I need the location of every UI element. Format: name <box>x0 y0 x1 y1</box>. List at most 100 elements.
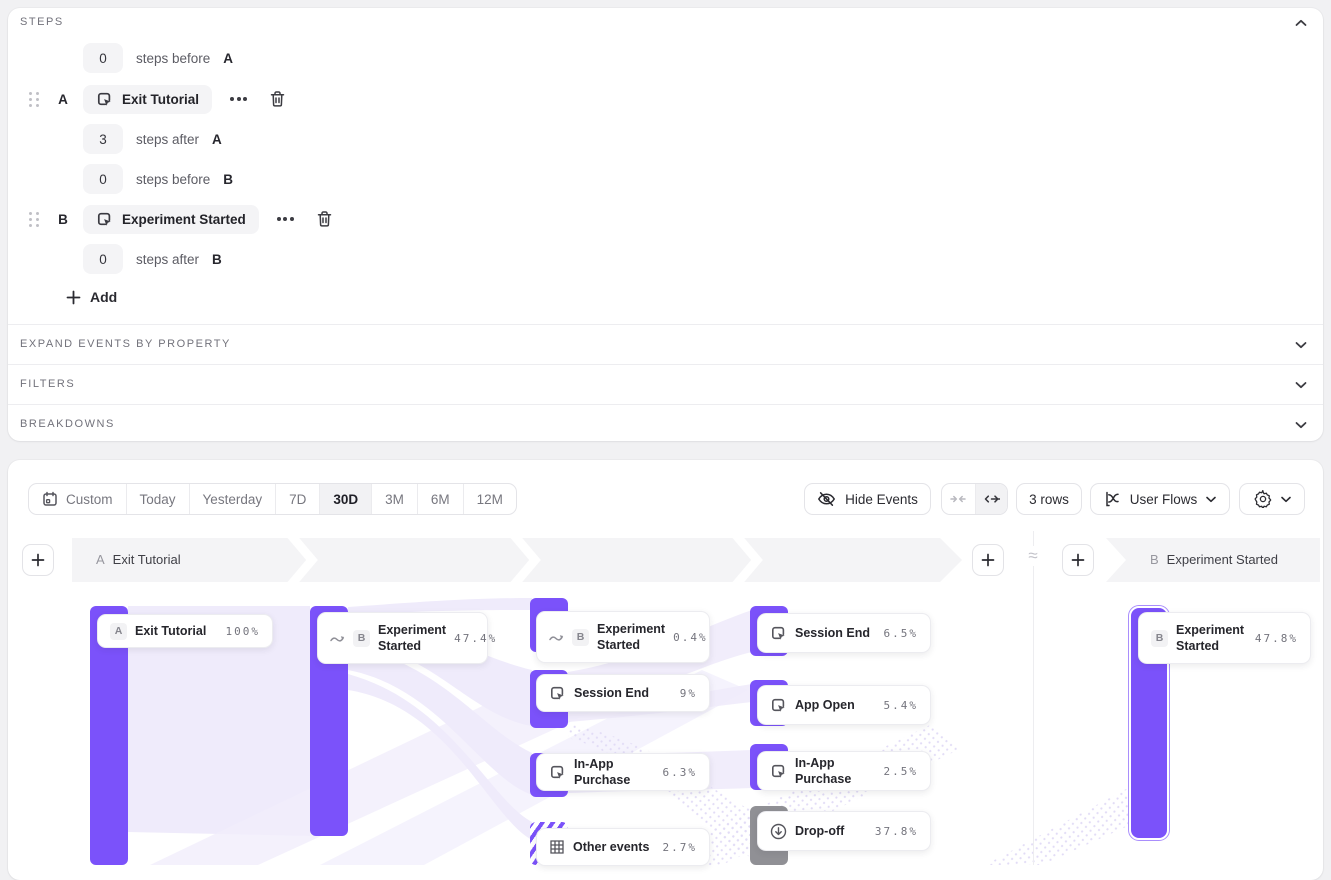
query-builder-panel: STEPS 0 steps before A A Exit Tutorial <box>8 8 1323 441</box>
add-step-button[interactable]: Add <box>66 289 117 305</box>
hide-events-label: Hide Events <box>845 492 918 507</box>
date-range-yesterday[interactable]: Yesterday <box>189 484 276 514</box>
node-session-end-c4[interactable]: Session End 6.5% <box>757 613 931 653</box>
collapse-columns-button[interactable] <box>942 484 975 514</box>
date-range-custom[interactable]: Custom <box>29 484 126 514</box>
breakdowns-section[interactable]: BREAKDOWNS <box>8 405 1323 444</box>
node-app-open-c4[interactable]: App Open 5.4% <box>757 685 931 725</box>
click-event-icon <box>96 91 113 108</box>
step-b-event-button[interactable]: Experiment Started <box>83 205 259 234</box>
arrows-inward-icon <box>950 493 966 505</box>
node-in-app-purchase-c4[interactable]: In-App Purchase 2.5% <box>757 751 931 791</box>
node-experiment-started-b[interactable]: B Experiment Started 47.8% <box>1138 612 1311 664</box>
node-name: Other events <box>573 839 649 855</box>
filters-title: FILTERS <box>20 378 75 390</box>
rows-count-button[interactable]: 3 rows <box>1016 483 1082 515</box>
calendar-icon <box>42 491 58 507</box>
step-b-badge: B <box>572 629 589 646</box>
node-session-end-c3[interactable]: Session End 9% <box>536 674 710 712</box>
steps-collapse-button[interactable] <box>1292 14 1310 32</box>
steps-after-b-count-input[interactable]: 0 <box>83 244 123 274</box>
step-reached-arrow-icon <box>330 632 345 644</box>
date-range-3m[interactable]: 3M <box>371 484 417 514</box>
step-a-more-button[interactable] <box>226 91 251 107</box>
node-percent: 0.4% <box>673 631 708 644</box>
node-percent: 47.8% <box>1255 632 1298 645</box>
gap-symbol: ≈ <box>1021 546 1045 566</box>
steps-after-a-row: 3 steps after A <box>83 124 222 154</box>
plus-icon <box>1071 553 1085 567</box>
step-a-letter: A <box>43 92 83 107</box>
node-name: Drop-off <box>795 823 844 839</box>
add-column-left-button[interactable] <box>22 544 54 576</box>
column-width-toggle <box>941 483 1008 515</box>
expand-events-by-property-title: EXPAND EVENTS BY PROPERTY <box>20 338 231 350</box>
step-b-delete-button[interactable] <box>316 210 333 228</box>
node-exit-tutorial[interactable]: A Exit Tutorial 100% <box>97 614 273 648</box>
header-b-name: Experiment Started <box>1167 552 1278 567</box>
filters-section[interactable]: FILTERS <box>8 365 1323 404</box>
date-range-30d-selected[interactable]: 30D <box>319 484 371 514</box>
click-event-icon <box>96 211 113 228</box>
expand-events-by-property-section[interactable]: EXPAND EVENTS BY PROPERTY <box>8 325 1323 364</box>
header-b-letter: B <box>1150 552 1159 567</box>
steps-before-b-ref: B <box>223 172 233 187</box>
click-event-icon <box>770 625 787 642</box>
step-b-letter: B <box>43 212 83 227</box>
chevron-down-icon <box>1206 496 1216 503</box>
steps-before-a-label: steps before <box>136 51 210 66</box>
chevron-down-icon <box>1281 496 1291 503</box>
date-range-12m[interactable]: 12M <box>463 484 516 514</box>
add-column-before-b-button[interactable] <box>1062 544 1094 576</box>
rows-count-label: 3 rows <box>1029 492 1069 507</box>
view-type-button[interactable]: User Flows <box>1090 483 1230 515</box>
user-flows-icon <box>1104 491 1121 507</box>
add-column-after-a-button[interactable] <box>972 544 1004 576</box>
trash-icon <box>269 90 286 108</box>
steps-after-b-row: 0 steps after B <box>83 244 222 274</box>
drop-off-icon <box>770 823 787 840</box>
node-other-events-c3[interactable]: Other events 2.7% <box>536 828 710 866</box>
plus-icon <box>31 553 45 567</box>
date-range-custom-label: Custom <box>66 492 113 507</box>
step-a-delete-button[interactable] <box>269 90 286 108</box>
step-a-badge: A <box>110 623 127 640</box>
drag-handle-icon[interactable] <box>29 92 43 107</box>
settings-button[interactable] <box>1239 483 1305 515</box>
step-a-row: A Exit Tutorial <box>29 84 286 114</box>
steps-before-b-count-input[interactable]: 0 <box>83 164 123 194</box>
step-b-badge: B <box>1151 630 1168 647</box>
hide-events-button[interactable]: Hide Events <box>804 483 931 515</box>
date-range-6m[interactable]: 6M <box>417 484 463 514</box>
node-drop-off[interactable]: Drop-off 37.8% <box>757 811 931 851</box>
chevron-down-icon <box>1292 336 1310 354</box>
node-name: Session End <box>574 685 649 701</box>
click-event-icon <box>770 763 787 780</box>
node-experiment-started-c3[interactable]: B Experiment Started 0.4% <box>536 611 710 663</box>
steps-before-a-ref: A <box>223 51 233 66</box>
node-name: Experiment Started <box>1176 622 1247 655</box>
node-in-app-purchase-c3[interactable]: In-App Purchase 6.3% <box>536 753 710 791</box>
click-event-icon <box>549 685 566 702</box>
step-b-more-button[interactable] <box>273 211 298 227</box>
chevron-down-icon <box>1292 416 1310 434</box>
node-name: Experiment Started <box>378 622 446 655</box>
node-percent: 2.7% <box>663 841 698 854</box>
chevron-down-icon <box>1292 376 1310 394</box>
expand-columns-button[interactable] <box>975 484 1008 514</box>
node-experiment-started-c2[interactable]: B Experiment Started 47.4% <box>317 612 488 664</box>
drag-handle-icon[interactable] <box>29 212 43 227</box>
node-name: App Open <box>795 697 855 713</box>
steps-after-a-count-input[interactable]: 3 <box>83 124 123 154</box>
steps-before-a-count-input[interactable]: 0 <box>83 43 123 73</box>
breakdowns-title: BREAKDOWNS <box>20 418 115 430</box>
steps-after-b-ref: B <box>212 252 222 267</box>
step-a-event-button[interactable]: Exit Tutorial <box>83 85 212 114</box>
date-range-7d[interactable]: 7D <box>275 484 319 514</box>
node-percent: 47.4% <box>454 632 497 645</box>
steps-before-b-row: 0 steps before B <box>83 164 233 194</box>
steps-after-b-label: steps after <box>136 252 199 267</box>
header-b-label: B Experiment Started <box>1150 552 1278 567</box>
header-a-letter: A <box>96 552 105 567</box>
date-range-today[interactable]: Today <box>126 484 189 514</box>
